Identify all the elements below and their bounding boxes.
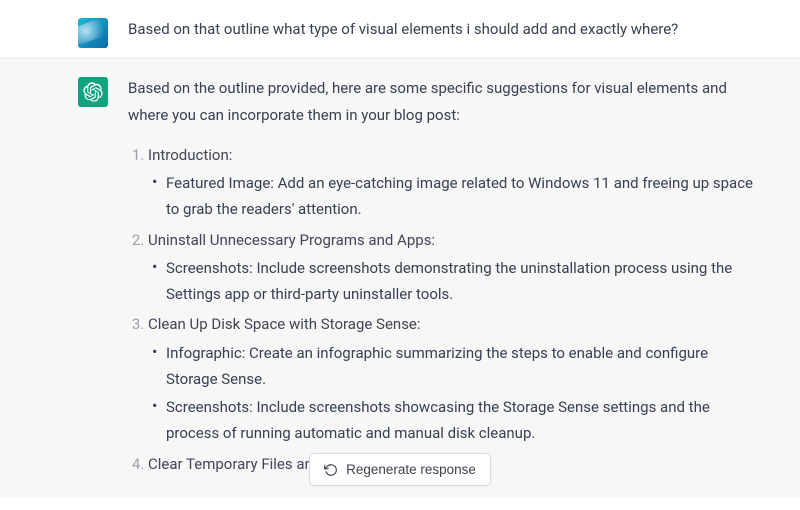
sub-list: Infographic: Create an infographic summa… xyxy=(148,340,760,447)
sub-list: Featured Image: Add an eye-catching imag… xyxy=(148,170,760,223)
list-item: Clean Up Disk Space with Storage Sense: … xyxy=(148,311,760,446)
list-item-title: Uninstall Unnecessary Programs and Apps: xyxy=(148,231,435,249)
list-item-title: Clean Up Disk Space with Storage Sense: xyxy=(148,315,421,333)
sub-list-item: Featured Image: Add an eye-catching imag… xyxy=(166,170,760,223)
assistant-avatar xyxy=(78,77,108,107)
assistant-intro-text: Based on the outline provided, here are … xyxy=(128,75,760,128)
user-message-row: Based on that outline what type of visua… xyxy=(0,0,800,59)
list-item: Uninstall Unnecessary Programs and Apps:… xyxy=(148,227,760,308)
sub-list-item: Screenshots: Include screenshots demonst… xyxy=(166,255,760,308)
user-avatar xyxy=(78,18,108,48)
user-message-text: Based on that outline what type of visua… xyxy=(128,16,698,42)
regenerate-label: Regenerate response xyxy=(346,462,476,477)
list-item: Introduction: Featured Image: Add an eye… xyxy=(148,142,760,223)
openai-logo-icon xyxy=(83,82,103,102)
sub-list: Screenshots: Include screenshots demonst… xyxy=(148,255,760,308)
refresh-icon xyxy=(324,463,338,477)
sub-list-item: Screenshots: Include screenshots showcas… xyxy=(166,394,760,447)
outline-list: Introduction: Featured Image: Add an eye… xyxy=(128,142,760,477)
assistant-message-content: Based on the outline provided, here are … xyxy=(128,75,780,481)
regenerate-response-button[interactable]: Regenerate response xyxy=(309,453,491,486)
sub-list-item: Infographic: Create an infographic summa… xyxy=(166,340,760,393)
list-item-title: Introduction: xyxy=(148,146,232,164)
assistant-message-row: Based on the outline provided, here are … xyxy=(0,59,800,497)
